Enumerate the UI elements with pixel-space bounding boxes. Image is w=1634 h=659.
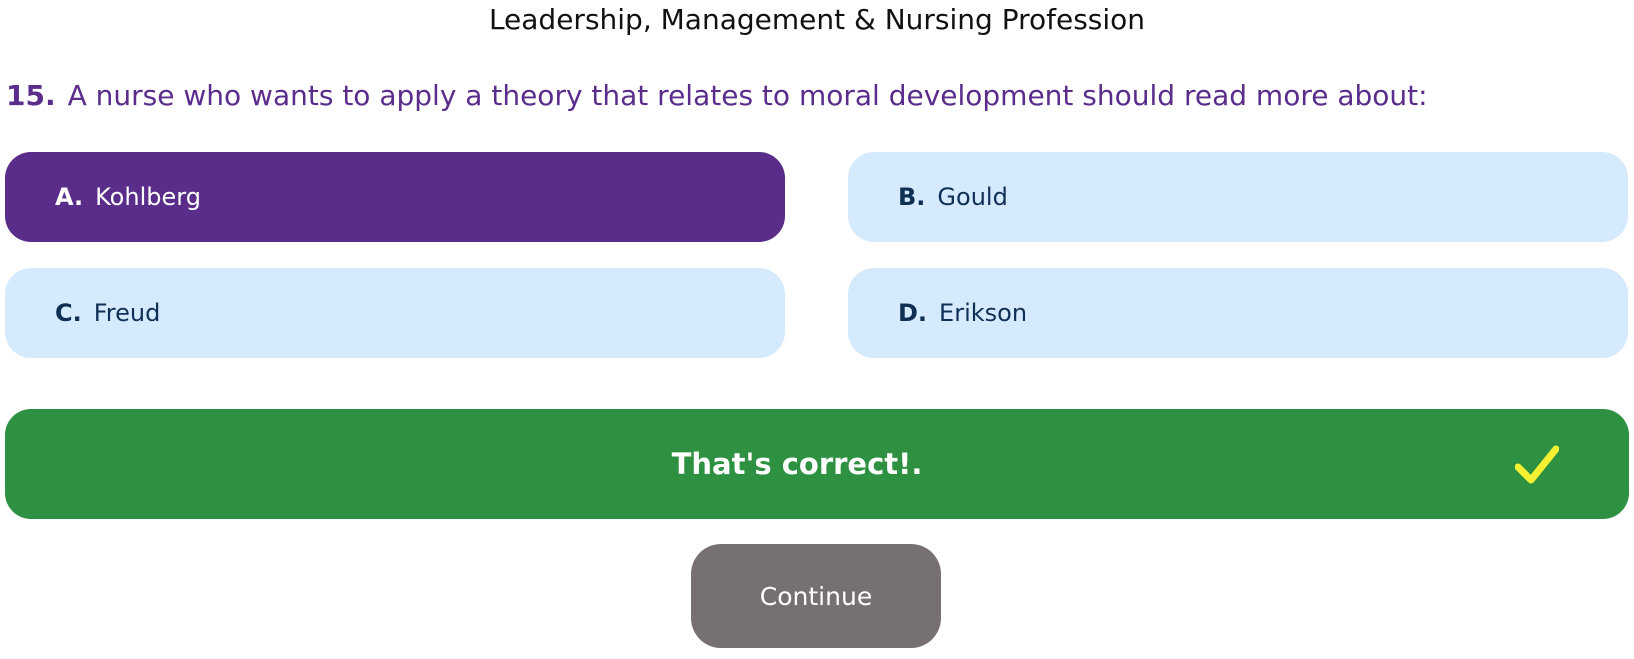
feedback-text: That's correct!. [671,447,923,481]
option-a-button[interactable]: A. Kohlberg [5,152,785,242]
check-icon [1515,445,1559,484]
option-d-button[interactable]: D. Erikson [848,268,1628,358]
feedback-banner: That's correct!. [5,409,1629,519]
option-letter: A. [55,183,84,211]
quiz-page: Leadership, Management & Nursing Profess… [0,0,1634,659]
option-c-button[interactable]: C. Freud [5,268,785,358]
question-number: 15. [6,79,56,112]
page-title: Leadership, Management & Nursing Profess… [488,3,1146,36]
question-text: A nurse who wants to apply a theory that… [67,79,1428,112]
option-label: Kohlberg [95,183,201,211]
option-label: Erikson [939,299,1028,327]
option-b-button[interactable]: B. Gould [848,152,1628,242]
option-letter: D. [898,299,928,327]
option-label: Gould [937,183,1008,211]
question: 15. A nurse who wants to apply a theory t… [6,78,1626,114]
continue-button[interactable]: Continue [691,544,941,648]
option-letter: B. [898,183,926,211]
option-letter: C. [55,299,82,327]
option-label: Freud [93,299,161,327]
